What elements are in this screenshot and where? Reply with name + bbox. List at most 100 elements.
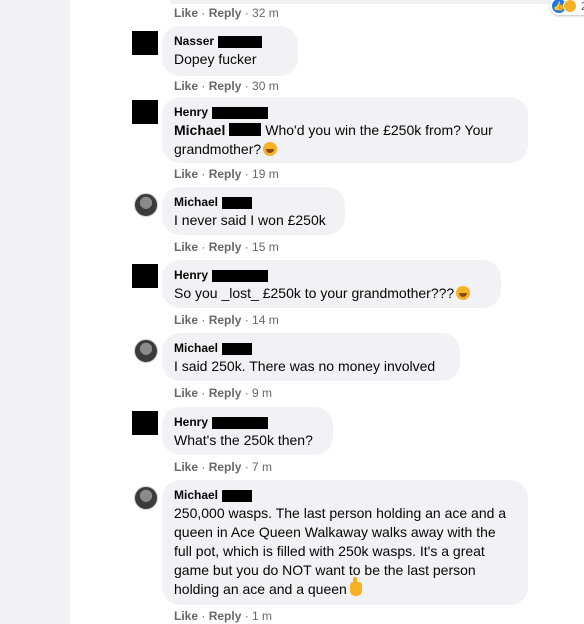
- rofl-emoji-icon: [263, 142, 278, 156]
- author-name: Henry: [174, 105, 209, 119]
- comment-bubble: Henry So you _lost_ £250k to your grandm…: [162, 260, 501, 308]
- like-link[interactable]: Like: [174, 167, 198, 181]
- redacted-surname: [222, 196, 253, 209]
- comment-author[interactable]: Michael: [174, 488, 516, 503]
- comment-bubble: Michael I said 250k. There was no money …: [162, 333, 460, 381]
- rofl-emoji-icon: [456, 286, 471, 300]
- comment-bubble: Michael 250,000 wasps. The last person h…: [162, 480, 528, 605]
- avatar[interactable]: [134, 193, 158, 217]
- avatar[interactable]: [134, 339, 158, 363]
- comment-time[interactable]: 32 m: [252, 6, 279, 20]
- comment-bubble: Nasser Dopey fucker: [162, 26, 298, 76]
- comment-text: 250,000 wasps. The last person holding a…: [174, 504, 516, 599]
- comment-author[interactable]: Henry: [174, 105, 516, 120]
- comment-actions: Like · Reply · 9 m: [174, 386, 272, 400]
- separator: ·: [198, 167, 209, 181]
- author-name: Michael: [174, 341, 219, 355]
- comment-time[interactable]: 7 m: [252, 460, 272, 474]
- thumbs-up-emoji-icon: [349, 577, 362, 596]
- reply-link[interactable]: Reply: [209, 240, 242, 254]
- comment-actions: Like · Reply · 30 m: [174, 79, 279, 93]
- comment-actions: Like · Reply · 14 m: [174, 313, 279, 327]
- separator: ·: [198, 313, 209, 327]
- reply-link[interactable]: Reply: [209, 609, 242, 623]
- redacted-surname: [222, 342, 253, 355]
- mention-link[interactable]: Michael: [174, 122, 262, 138]
- separator: ·: [198, 609, 209, 623]
- separator: ·: [241, 386, 253, 400]
- comment-actions: Like · Reply · 32 m: [174, 6, 279, 20]
- comment-actions: Like · Reply · 7 m: [174, 460, 272, 474]
- separator: ·: [241, 460, 253, 474]
- comment-text: So you _lost_ £250k to your grandmother?…: [174, 284, 489, 303]
- like-link[interactable]: Like: [174, 6, 198, 20]
- avatar[interactable]: [132, 411, 158, 435]
- reply-link[interactable]: Reply: [209, 79, 242, 93]
- like-link[interactable]: Like: [174, 313, 198, 327]
- avatar[interactable]: [132, 264, 158, 288]
- author-name: Michael: [174, 488, 219, 502]
- like-link[interactable]: Like: [174, 460, 198, 474]
- comment-actions: Like · Reply · 19 m: [174, 167, 279, 181]
- reaction-summary[interactable]: 👍 2: [550, 0, 584, 15]
- separator: ·: [241, 167, 253, 181]
- reply-link[interactable]: Reply: [209, 386, 242, 400]
- comment-body: So you _lost_ £250k to your grandmother?…: [174, 285, 455, 301]
- redacted-surname: [218, 35, 263, 48]
- previous-comment-bubble-edge: [170, 0, 584, 4]
- mention-name: Michael: [174, 122, 226, 138]
- separator: ·: [241, 240, 253, 254]
- author-name: Michael: [174, 195, 219, 209]
- comment-time[interactable]: 9 m: [252, 386, 272, 400]
- comment-bubble: Michael I never said I won £250k: [162, 187, 345, 235]
- separator: ·: [241, 313, 253, 327]
- comment-time[interactable]: 15 m: [252, 240, 279, 254]
- comment-time[interactable]: 30 m: [252, 79, 279, 93]
- comment-time[interactable]: 19 m: [252, 167, 279, 181]
- reply-link[interactable]: Reply: [209, 313, 242, 327]
- haha-reaction-icon: [563, 0, 577, 13]
- separator: ·: [198, 79, 209, 93]
- separator: ·: [198, 240, 209, 254]
- author-name: Nasser: [174, 34, 215, 48]
- redacted-surname: [212, 416, 269, 429]
- reply-link[interactable]: Reply: [209, 460, 242, 474]
- comment-text: Dopey fucker: [174, 51, 257, 67]
- comment-time[interactable]: 1 m: [252, 609, 272, 623]
- comment-bubble: Henry What's the 250k then?: [162, 407, 333, 455]
- like-link[interactable]: Like: [174, 240, 198, 254]
- separator: ·: [241, 79, 253, 93]
- redacted-surname: [212, 269, 269, 282]
- comment-time[interactable]: 14 m: [252, 313, 279, 327]
- comment-author[interactable]: Henry: [174, 268, 489, 283]
- comment-text: I never said I won £250k: [174, 212, 326, 228]
- comment-text: What's the 250k then?: [174, 432, 313, 448]
- comment-bubble: Henry Michael Who'd you win the £250k fr…: [162, 97, 528, 163]
- author-name: Henry: [174, 415, 209, 429]
- like-link[interactable]: Like: [174, 609, 198, 623]
- comment-author[interactable]: Michael: [174, 341, 448, 356]
- comment-actions: Like · Reply · 1 m: [174, 609, 272, 623]
- comment-text: Michael Who'd you win the £250k from? Yo…: [174, 121, 516, 159]
- comment-author[interactable]: Michael: [174, 195, 333, 210]
- author-name: Henry: [174, 268, 209, 282]
- redacted-surname: [212, 106, 269, 119]
- reply-link[interactable]: Reply: [209, 6, 242, 20]
- redacted-surname: [222, 489, 253, 502]
- comment-text: I said 250k. There was no money involved: [174, 358, 436, 374]
- separator: ·: [198, 6, 209, 20]
- comment-actions: Like · Reply · 15 m: [174, 240, 279, 254]
- comment-author[interactable]: Nasser: [174, 34, 286, 49]
- reply-link[interactable]: Reply: [209, 167, 242, 181]
- comment-author[interactable]: Henry: [174, 415, 321, 430]
- separator: ·: [198, 386, 209, 400]
- avatar[interactable]: [132, 100, 158, 124]
- like-link[interactable]: Like: [174, 386, 198, 400]
- separator: ·: [241, 609, 253, 623]
- separator: ·: [241, 6, 253, 20]
- like-link[interactable]: Like: [174, 79, 198, 93]
- comment-body: 250,000 wasps. The last person holding a…: [174, 505, 507, 597]
- avatar[interactable]: [132, 31, 158, 55]
- avatar[interactable]: [134, 486, 158, 510]
- redacted-surname: [229, 123, 262, 136]
